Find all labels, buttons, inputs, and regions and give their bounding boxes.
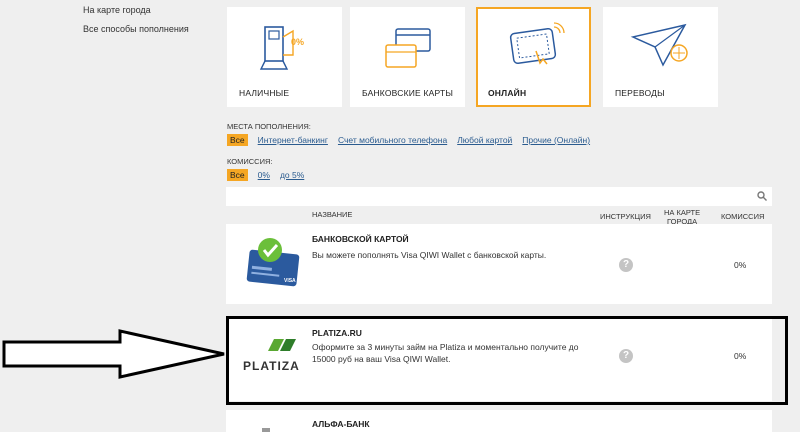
header-name: НАЗВАНИЕ [312, 210, 353, 219]
tile-online[interactable]: ОНЛАЙН [476, 7, 591, 107]
table-row[interactable]: VISA БАНКОВСКОЙ КАРТОЙ Вы можете пополня… [226, 224, 772, 304]
places-title: МЕСТА ПОПОЛНЕНИЯ: [227, 122, 311, 131]
places-all-chip[interactable]: Все [227, 134, 248, 146]
row-logo-fragment [262, 428, 270, 432]
search-icon[interactable] [757, 191, 767, 201]
tile-transfers[interactable]: ПЕРЕВОДЫ [603, 7, 718, 107]
pointer-arrow-icon [2, 329, 225, 379]
places-internet-banking[interactable]: Интернет-банкинг [258, 135, 328, 145]
tile-online-label: ОНЛАЙН [488, 88, 527, 98]
tile-cash[interactable]: 0% НАЛИЧНЫЕ [227, 7, 342, 107]
commission-title: КОМИССИЯ: [227, 157, 273, 166]
row-fee: 0% [734, 260, 747, 270]
cash-badge: 0% [291, 37, 305, 47]
help-icon[interactable]: ? [619, 258, 633, 272]
row-desc: Вы можете пополнять Visa QIWI Wallet с б… [312, 250, 547, 260]
sidebar: На карте города Все способы пополнения [83, 5, 189, 43]
terminal-icon [259, 26, 294, 70]
places-other[interactable]: Прочие (Онлайн) [522, 135, 590, 145]
tile-bank-cards-label: БАНКОВСКИЕ КАРТЫ [362, 88, 454, 98]
row-name[interactable]: БАНКОВСКОЙ КАРТОЙ [312, 234, 409, 244]
row-name[interactable]: АЛЬФА-БАНК [312, 419, 370, 429]
highlight-frame [226, 316, 788, 405]
commission-zero[interactable]: 0% [258, 170, 270, 180]
header-instruction: ИНСТРУКЦИЯ [600, 212, 651, 221]
commission-all-chip[interactable]: Все [227, 169, 248, 181]
tile-bank-cards[interactable]: БАНКОВСКИЕ КАРТЫ [350, 7, 465, 107]
header-map-line1: НА КАРТЕ [664, 208, 701, 217]
tile-transfers-label: ПЕРЕВОДЫ [615, 88, 665, 98]
sidebar-item-map[interactable]: На карте города [83, 5, 189, 15]
header-commission: КОМИССИЯ [721, 212, 765, 221]
places-any-card[interactable]: Любой картой [457, 135, 512, 145]
sidebar-item-all-methods[interactable]: Все способы пополнения [83, 24, 189, 34]
places-mobile[interactable]: Счет мобильного телефона [338, 135, 447, 145]
search-input[interactable] [226, 187, 772, 206]
tablet-icon [509, 22, 565, 65]
cards-icon [385, 28, 431, 68]
paper-plane-icon [630, 23, 688, 67]
table-row[interactable]: АЛЬФА-БАНК [226, 410, 772, 432]
card-visa-text: VISA [284, 278, 296, 284]
places-filter: Все Интернет-банкинг Счет мобильного тел… [227, 134, 590, 146]
tile-cash-label: НАЛИЧНЫЕ [239, 88, 290, 98]
commission-upto5[interactable]: до 5% [280, 170, 304, 180]
commission-filter: Все 0% до 5% [227, 169, 304, 181]
